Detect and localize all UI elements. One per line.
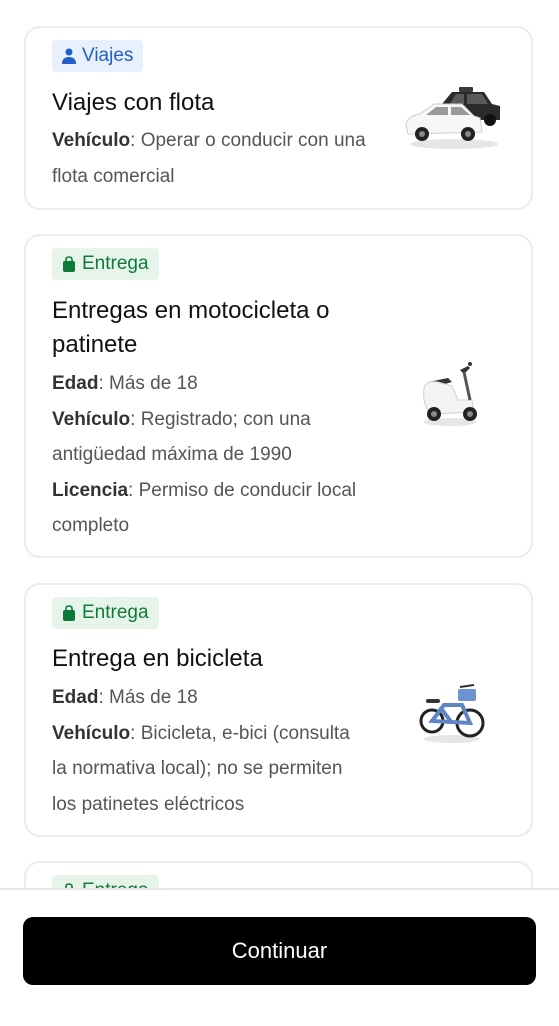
requirement-line: flota comercial <box>52 166 175 187</box>
requirement-line: la normativa local); no se permiten <box>52 758 343 779</box>
requirement-line: Edad: Más de 18 <box>52 373 198 394</box>
requirement-line: los patinetes eléctricos <box>52 794 245 815</box>
card-title-line2: patinete <box>52 331 138 358</box>
requirement-line: Vehículo: Bicicleta, e-bici (consulta <box>52 723 350 744</box>
bottom-action-bar: Continuar <box>0 888 559 1026</box>
scooter-illustration <box>418 360 482 433</box>
requirement-line: Vehículo: Operar o conducir con una <box>52 130 366 151</box>
badge-label: Entrega <box>82 253 149 274</box>
shopping-bag-icon <box>62 256 76 272</box>
requirement-line: Edad: Más de 18 <box>52 687 198 708</box>
badge-entrega: Entrega <box>52 597 159 629</box>
requirement-line: Licencia: Permiso de conducir local <box>52 480 357 501</box>
continue-button[interactable]: Continuar <box>23 917 536 985</box>
card-title: Entrega en bicicleta <box>52 645 263 672</box>
badge-entrega: Entrega <box>52 248 159 280</box>
option-card-bicicleta[interactable]: Entrega Entrega en bicicleta Edad: Más d… <box>24 583 533 837</box>
cars-illustration <box>404 82 504 157</box>
person-icon <box>62 48 76 64</box>
bicycle-illustration <box>418 677 486 750</box>
card-title-line1: Entregas en motocicleta o <box>52 297 330 324</box>
option-card-moto-patinete[interactable]: Entrega Entregas en motocicleta o patine… <box>24 234 533 558</box>
requirement-line: antigüedad máxima de 1990 <box>52 444 292 465</box>
badge-label: Entrega <box>82 602 149 623</box>
option-card-viajes-flota[interactable]: Viajes Viajes con flota Vehículo: Operar… <box>24 26 533 210</box>
shopping-bag-icon <box>62 605 76 621</box>
requirement-line: completo <box>52 515 130 536</box>
badge-label: Viajes <box>82 45 134 66</box>
card-title: Viajes con flota <box>52 89 215 116</box>
badge-viajes: Viajes <box>52 40 144 72</box>
requirement-line: Vehículo: Registrado; con una <box>52 409 311 430</box>
